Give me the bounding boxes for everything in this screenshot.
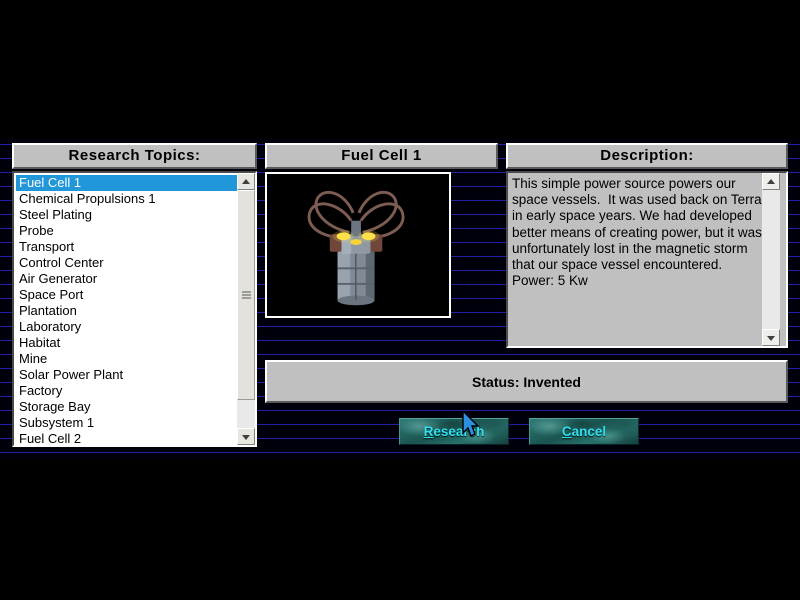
selected-topic-header: Fuel Cell 1 xyxy=(265,143,498,169)
topics-scroll-track[interactable] xyxy=(237,190,255,428)
fuel-cell-render-icon xyxy=(267,174,449,316)
list-item[interactable]: Fuel Cell 1 xyxy=(16,175,237,191)
list-item[interactable]: Steel Plating xyxy=(16,207,237,223)
list-item[interactable]: Control Center xyxy=(16,255,237,271)
list-item[interactable]: Chemical Propulsions 1 xyxy=(16,191,237,207)
description-text: This simple power source powers our spac… xyxy=(512,176,762,289)
list-item[interactable]: Transport xyxy=(16,239,237,255)
list-item[interactable]: Factory xyxy=(16,383,237,399)
list-item[interactable]: Solar Power Plant xyxy=(16,367,237,383)
chevron-down-icon xyxy=(242,434,250,440)
scroll-grip-icon xyxy=(242,291,251,299)
topics-scroll-thumb[interactable] xyxy=(237,190,255,400)
cancel-button-accel: C xyxy=(561,424,572,439)
list-item[interactable]: Laboratory xyxy=(16,319,237,335)
topics-scrollbar[interactable] xyxy=(237,173,255,445)
description-scroll-up-button[interactable] xyxy=(762,173,780,190)
research-topics-listbox[interactable]: Fuel Cell 1 Chemical Propulsions 1 Steel P… xyxy=(12,171,257,447)
topic-preview-frame xyxy=(265,172,451,318)
cancel-button[interactable]: Cancel xyxy=(529,418,639,445)
research-button[interactable]: Research xyxy=(399,418,509,445)
list-item[interactable]: Probe xyxy=(16,223,237,239)
topics-scroll-up-button[interactable] xyxy=(237,173,255,190)
description-scrollbar[interactable] xyxy=(762,173,780,346)
cancel-button-label: ancel xyxy=(571,424,607,439)
research-button-label: esearch xyxy=(433,424,485,439)
list-item[interactable]: Subsystem 1 xyxy=(16,415,237,431)
chevron-up-icon xyxy=(242,178,250,184)
status-label: Status: Invented xyxy=(472,373,581,390)
list-item[interactable]: Mine xyxy=(16,351,237,367)
research-topics-header: Research Topics: xyxy=(12,143,257,169)
research-topics-list[interactable]: Fuel Cell 1 Chemical Propulsions 1 Steel P… xyxy=(16,175,237,445)
description-scroll-down-button[interactable] xyxy=(762,329,780,346)
list-item[interactable]: Habitat xyxy=(16,335,237,351)
list-item[interactable]: Fuel Cell 2 xyxy=(16,431,237,445)
list-item[interactable]: Plantation xyxy=(16,303,237,319)
description-scroll-track[interactable] xyxy=(762,190,780,329)
chevron-down-icon xyxy=(767,335,775,341)
topics-scroll-down-button[interactable] xyxy=(237,428,255,445)
research-button-accel: R xyxy=(423,424,434,439)
chevron-up-icon xyxy=(767,178,775,184)
status-bar: Status: Invented xyxy=(265,360,788,403)
list-item[interactable]: Storage Bay xyxy=(16,399,237,415)
list-item[interactable]: Space Port xyxy=(16,287,237,303)
description-header: Description: xyxy=(506,143,788,169)
game-screen: Research Topics: Fuel Cell 1 Chemical Pro… xyxy=(0,0,800,600)
description-box[interactable]: This simple power source powers our spac… xyxy=(506,171,788,348)
list-item[interactable]: Air Generator xyxy=(16,271,237,287)
